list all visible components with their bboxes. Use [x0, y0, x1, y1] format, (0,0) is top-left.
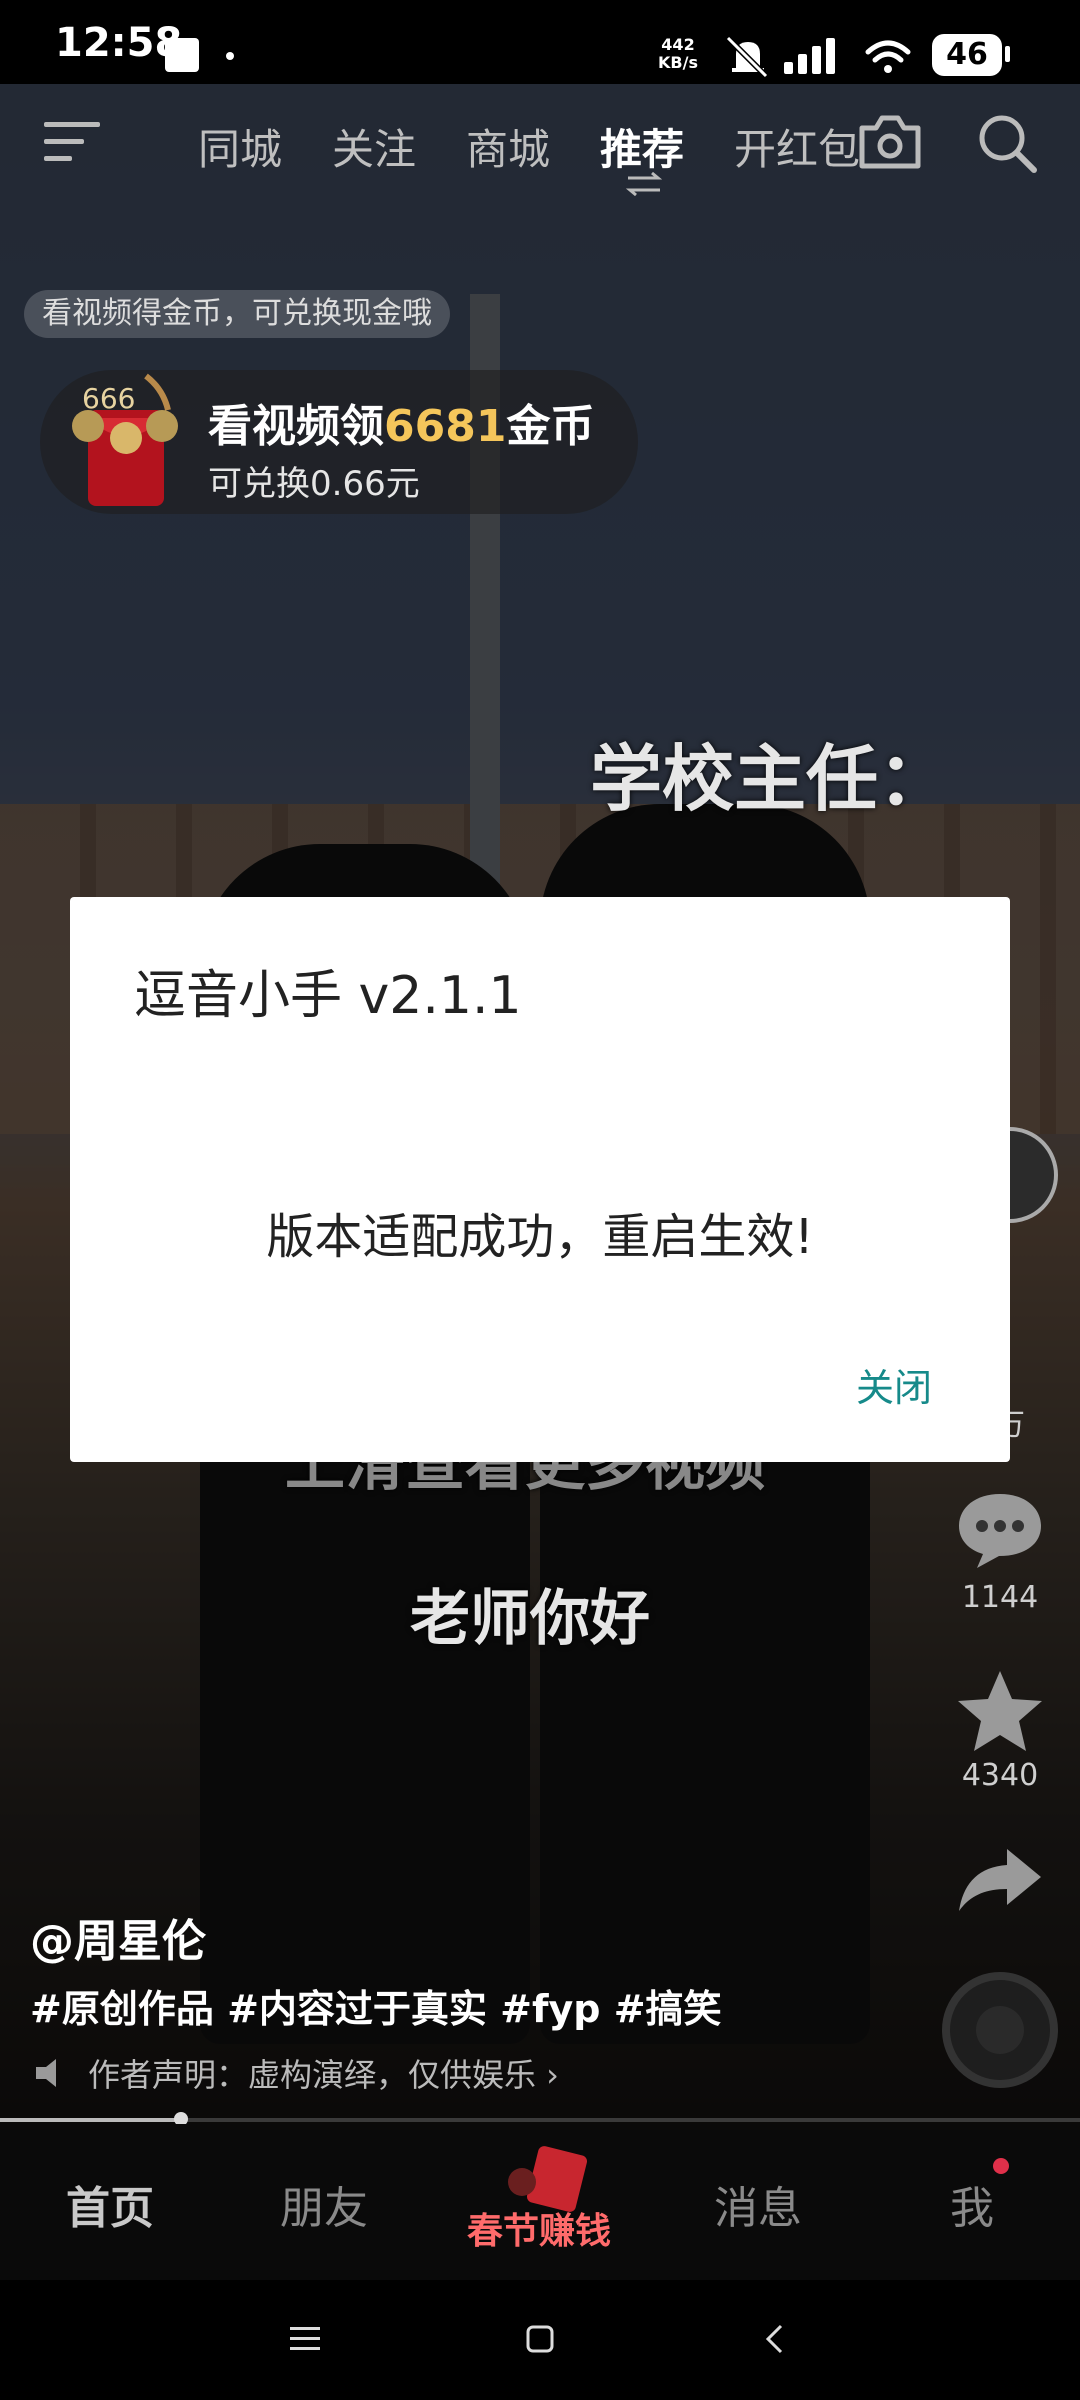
bottom-tab-bar: 首页 朋友 春节赚钱 消息 我: [0, 2124, 1080, 2280]
close-button[interactable]: 关闭: [856, 1357, 932, 1412]
system-nav-bar: [0, 2280, 1080, 2400]
network-speed: 442 KB/s: [650, 36, 706, 72]
bottom-tab-messages[interactable]: 消息: [714, 2172, 802, 2236]
favorite-count: 4340: [961, 1758, 1039, 1793]
net-speed-value: 442: [661, 35, 695, 54]
search-icon[interactable]: [976, 112, 1038, 174]
tab-local[interactable]: 同城: [198, 116, 282, 177]
dialog-message: 版本适配成功，重启生效!: [266, 1209, 814, 1265]
video-progress-bar[interactable]: [0, 2112, 1080, 2126]
coin-title-prefix: 看视频领: [208, 401, 384, 452]
notification-badge: [993, 2158, 1009, 2174]
spring-earn-button[interactable]: 春节赚钱: [462, 2144, 616, 2264]
swap-icon: [625, 172, 663, 196]
coin-title-suffix: 金币: [506, 401, 595, 452]
status-bar: 12:58 442 KB/s 46: [0, 0, 1080, 84]
tab-recommended[interactable]: 推荐: [600, 116, 684, 177]
net-speed-unit: KB/s: [658, 53, 698, 72]
menu-icon[interactable]: [44, 120, 100, 164]
wifi-icon: [865, 40, 911, 73]
comment-icon[interactable]: [955, 1490, 1045, 1570]
post-tags[interactable]: #原创作品 #内容过于真实 #fyp #搞笑: [30, 1978, 722, 2033]
music-disc-icon[interactable]: [940, 1970, 1060, 2090]
tab-mall[interactable]: 商城: [466, 116, 550, 177]
video-progress-fill: [0, 2118, 182, 2122]
video-caption-bottom: 老师你好: [410, 1584, 650, 1654]
bottom-tab-me[interactable]: 我: [950, 2172, 994, 2236]
recent-apps-icon[interactable]: [290, 2326, 320, 2352]
dialog-title: 逗音小手 v2.1.1: [134, 966, 522, 1026]
notification-square-icon: [165, 38, 199, 72]
author-disclaimer[interactable]: 作者声明：虚构演绎，仅供娱乐 ›: [88, 2050, 559, 2096]
spring-earn-label: 春节赚钱: [466, 2211, 611, 2252]
coin-subtitle: 可兑换0.66元: [208, 464, 420, 504]
star-icon[interactable]: [955, 1668, 1045, 1754]
bottom-tab-friends[interactable]: 朋友: [280, 2172, 368, 2236]
tab-following[interactable]: 关注: [332, 116, 416, 177]
top-nav: 同城 关注 商城 推荐 开红包: [0, 100, 1080, 200]
red-packet-badge: 666: [82, 382, 136, 415]
author-name[interactable]: @周星伦: [30, 1905, 206, 1969]
coin-title: 看视频领6681金币: [208, 390, 594, 454]
battery-tip: [1005, 46, 1010, 62]
signal-icon: [784, 38, 835, 74]
speaker-icon: [36, 2059, 56, 2087]
back-icon[interactable]: [764, 2324, 784, 2354]
coin-hint: 看视频得金币，可兑换现金哦: [24, 290, 450, 338]
coin-amount: 6681: [384, 401, 507, 452]
home-icon[interactable]: [525, 2324, 555, 2354]
bottom-tab-home[interactable]: 首页: [66, 2172, 154, 2236]
version-dialog: 逗音小手 v2.1.1 版本适配成功，重启生效! 关闭: [70, 897, 1010, 1462]
video-caption-top: 学校主任：: [590, 737, 951, 821]
status-time: 12:58: [55, 20, 183, 66]
notification-dot-icon: [226, 52, 234, 60]
mute-bell-icon: [725, 35, 769, 78]
share-icon[interactable]: [955, 1845, 1045, 1915]
coin-card[interactable]: 666 看视频领6681金币 可兑换0.66元: [40, 370, 638, 514]
camera-icon[interactable]: [858, 114, 922, 170]
tab-red-packet[interactable]: 开红包: [734, 116, 860, 177]
comment-count: 1144: [961, 1580, 1039, 1615]
battery-icon: 46: [932, 34, 1002, 76]
